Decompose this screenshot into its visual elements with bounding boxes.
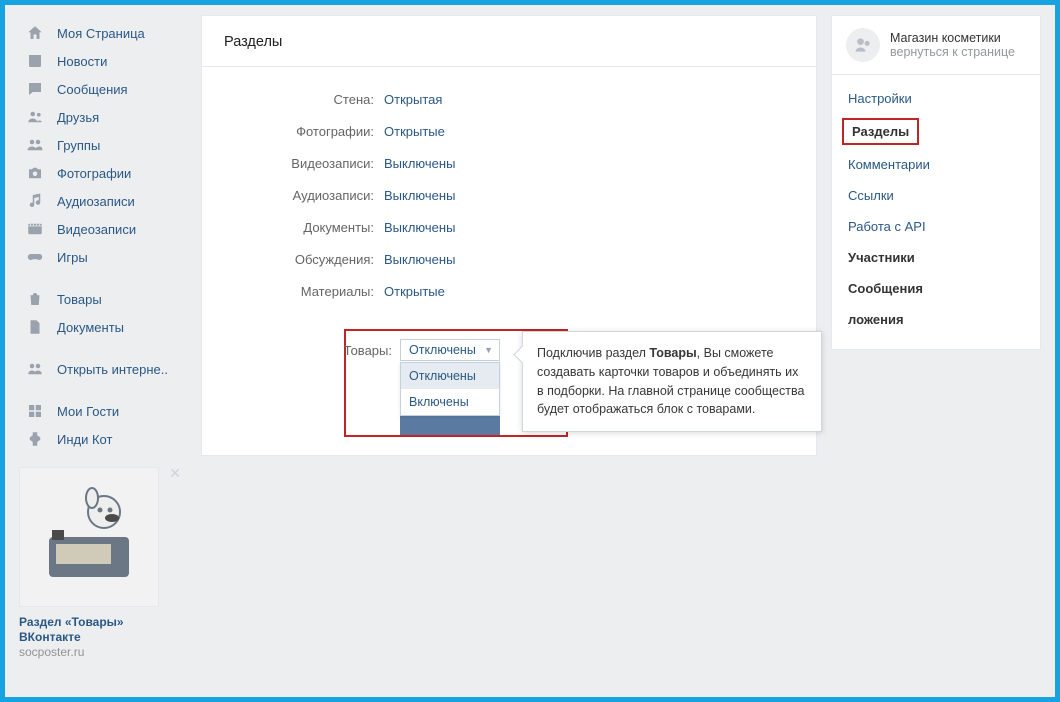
row-value-wall[interactable]: Открытая <box>384 92 442 107</box>
rnav-links[interactable]: Ссылки <box>832 180 1040 211</box>
nav-news[interactable]: Новости <box>19 47 187 75</box>
nav-my-page[interactable]: Моя Страница <box>19 19 187 47</box>
nav-indy-kot[interactable]: Инди Кот <box>19 425 187 453</box>
nav-open-internet[interactable]: Открыть интерне.. <box>19 355 187 383</box>
rnav-settings[interactable]: Настройки <box>832 83 1040 114</box>
community-title: Магазин косметики <box>890 31 1015 45</box>
nav-label: Моя Страница <box>57 26 145 41</box>
tooltip: Подключив раздел Товары, Вы сможете созд… <box>522 331 822 432</box>
nav-my-guests[interactable]: Мои Гости <box>19 397 187 425</box>
row-label: Видеозаписи: <box>224 156 384 171</box>
main-panel: Разделы Стена:Открытая Фотографии:Открыт… <box>201 15 817 456</box>
nav-label: Аудиозаписи <box>57 194 135 209</box>
promo-title[interactable]: Раздел «Товары»ВКонтакте <box>19 615 187 645</box>
news-icon <box>25 51 45 71</box>
left-sidebar: Моя Страница Новости Сообщения Друзья Гр… <box>19 15 187 659</box>
promo-source: socposter.ru <box>19 645 187 659</box>
nav-label: Мои Гости <box>57 404 119 419</box>
nav-label: Открыть интерне.. <box>57 362 168 377</box>
chevron-down-icon: ▼ <box>484 345 493 355</box>
products-select[interactable]: Отключены ▼ <box>400 339 500 361</box>
promo-image[interactable] <box>19 467 159 607</box>
products-row: Товары: Отключены ▼ Отключены Включены П… <box>224 329 794 437</box>
nav-label: Новости <box>57 54 107 69</box>
nav-label: Сообщения <box>57 82 128 97</box>
row-label: Стена: <box>224 92 384 107</box>
row-value-materials[interactable]: Открытые <box>384 284 445 299</box>
friends-icon <box>25 107 45 127</box>
select-value: Отключены <box>409 343 476 357</box>
dropdown-option-on[interactable]: Включены <box>401 389 499 415</box>
nav-label: Группы <box>57 138 100 153</box>
rnav-apps[interactable]: ложения <box>832 304 1040 335</box>
groups-icon <box>25 135 45 155</box>
bag-icon <box>25 289 45 309</box>
nav-goods[interactable]: Товары <box>19 285 187 313</box>
row-label: Фотографии: <box>224 124 384 139</box>
photo-icon <box>25 163 45 183</box>
home-icon <box>25 23 45 43</box>
nav-label: Игры <box>57 250 88 265</box>
video-icon <box>25 219 45 239</box>
internet-icon <box>25 359 45 379</box>
nav-label: Документы <box>57 320 124 335</box>
rnav-api[interactable]: Работа с API <box>832 211 1040 242</box>
nav-label: Фотографии <box>57 166 131 181</box>
row-value-videos[interactable]: Выключены <box>384 156 455 171</box>
row-value-discussions[interactable]: Выключены <box>384 252 455 267</box>
nav-photos[interactable]: Фотографии <box>19 159 187 187</box>
rnav-sections-active[interactable]: Разделы <box>842 118 919 145</box>
nav-label: Инди Кот <box>57 432 112 447</box>
promo-block: ✕ Раздел «Товары»ВКонтакте socposter.ru <box>19 467 187 659</box>
audio-icon <box>25 191 45 211</box>
row-label: Материалы: <box>224 284 384 299</box>
right-sidebar: Магазин косметики вернуться к странице Н… <box>831 15 1041 350</box>
row-label: Товары: <box>224 343 392 358</box>
page-title: Разделы <box>202 16 816 67</box>
nav-games[interactable]: Игры <box>19 243 187 271</box>
msg-icon <box>25 79 45 99</box>
back-to-page: вернуться к странице <box>890 45 1015 59</box>
indy-icon <box>25 429 45 449</box>
nav-audio[interactable]: Аудиозаписи <box>19 187 187 215</box>
docs-icon <box>25 317 45 337</box>
games-icon <box>25 247 45 267</box>
row-label: Аудиозаписи: <box>224 188 384 203</box>
nav-friends[interactable]: Друзья <box>19 103 187 131</box>
nav-messages[interactable]: Сообщения <box>19 75 187 103</box>
community-header[interactable]: Магазин косметики вернуться к странице <box>832 16 1040 75</box>
row-value-docs[interactable]: Выключены <box>384 220 455 235</box>
close-icon[interactable]: ✕ <box>169 465 181 482</box>
row-value-photos[interactable]: Открытые <box>384 124 445 139</box>
products-dropdown: Отключены Включены <box>400 362 500 416</box>
row-label: Документы: <box>224 220 384 235</box>
nav-docs[interactable]: Документы <box>19 313 187 341</box>
nav-video[interactable]: Видеозаписи <box>19 215 187 243</box>
rnav-messages[interactable]: Сообщения <box>832 273 1040 304</box>
avatar <box>846 28 880 62</box>
rnav-comments[interactable]: Комментарии <box>832 149 1040 180</box>
nav-groups[interactable]: Группы <box>19 131 187 159</box>
nav-label: Друзья <box>57 110 99 125</box>
nav-label: Товары <box>57 292 102 307</box>
row-value-audio[interactable]: Выключены <box>384 188 455 203</box>
dropdown-option-off[interactable]: Отключены <box>401 363 499 389</box>
rnav-members[interactable]: Участники <box>832 242 1040 273</box>
nav-label: Видеозаписи <box>57 222 136 237</box>
guests-icon <box>25 401 45 421</box>
row-label: Обсуждения: <box>224 252 384 267</box>
